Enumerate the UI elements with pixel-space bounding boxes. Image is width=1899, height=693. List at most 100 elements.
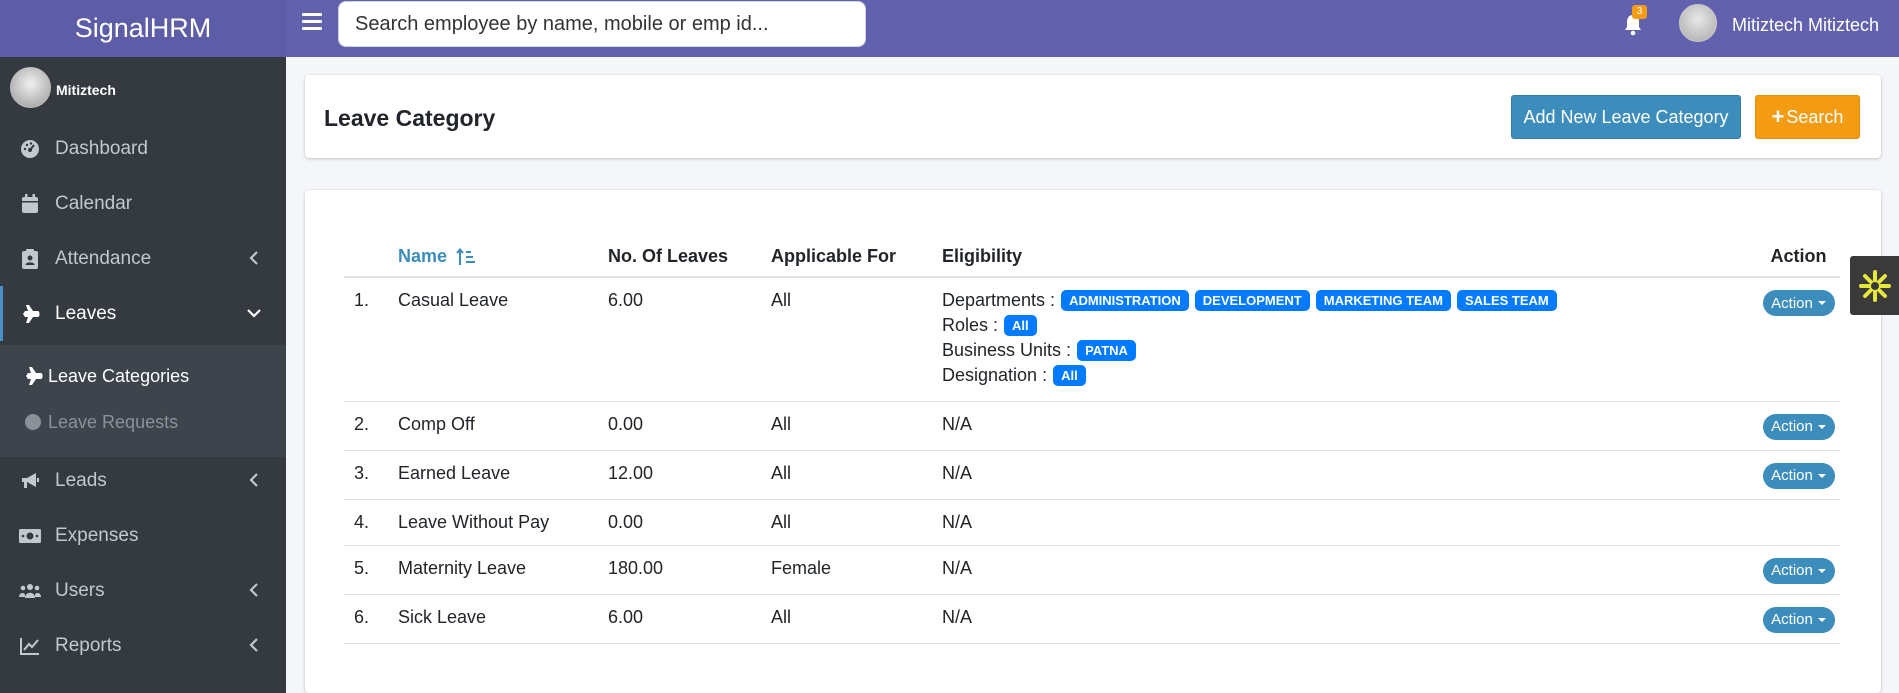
department-badge: ADMINISTRATION [1061, 290, 1189, 311]
eligibility-designation: Designation : All [942, 363, 1757, 388]
row-name: Comp Off [398, 401, 608, 451]
employee-search-input[interactable] [338, 1, 866, 47]
row-leaves: 0.00 [608, 499, 771, 546]
row-action-cell: Action [1757, 545, 1840, 595]
eligibility-roles: Roles : All [942, 313, 1757, 338]
circle-icon [22, 411, 44, 433]
table-header-row: Name No. Of Leaves Applicable For Eligib… [344, 237, 1840, 278]
row-leaves: 6.00 [608, 594, 771, 644]
row-eligibility: N/A [942, 594, 1757, 644]
row-name: Maternity Leave [398, 545, 608, 595]
sidebar: Mitiztech Dashboard Calendar Attendance … [0, 57, 286, 693]
user-menu-name[interactable]: Mitiztech Mitiztech [1732, 15, 1879, 36]
caret-down-icon [1817, 473, 1826, 478]
line-chart-icon [19, 635, 41, 657]
sidebar-item-label: Users [55, 579, 105, 601]
calendar-icon [19, 193, 41, 215]
sidebar-item-label: Dashboard [55, 137, 148, 159]
page-header-card: Leave Category Add New Leave Category + … [305, 75, 1881, 158]
row-index: 6. [344, 594, 398, 644]
row-leaves: 180.00 [608, 545, 771, 595]
row-leaves: 0.00 [608, 401, 771, 451]
page-title: Leave Category [324, 105, 496, 131]
column-header-applicable: Applicable For [771, 237, 942, 278]
designation-badge: All [1053, 365, 1086, 386]
sidebar-item-calendar[interactable]: Calendar [0, 176, 286, 231]
department-badge: SALES TEAM [1456, 290, 1557, 311]
sidebar-item-label: Leads [55, 469, 107, 491]
row-index: 2. [344, 401, 398, 451]
column-header-action: Action [1757, 237, 1840, 278]
row-action-cell: Action [1757, 450, 1840, 500]
sidebar-subitem-label: Leave Categories [48, 365, 190, 386]
chevron-down-icon [247, 309, 261, 318]
table-row: 6. Sick Leave 6.00 All N/A Action [344, 594, 1840, 644]
row-eligibility: Departments : ADMINISTRATION DEVELOPMENT… [942, 277, 1757, 402]
row-applicable: All [771, 594, 942, 644]
money-bill-icon [19, 525, 41, 547]
row-applicable: All [771, 450, 942, 500]
plane-icon [19, 303, 41, 325]
chevron-left-icon [249, 638, 258, 652]
row-action-cell: Action [1757, 277, 1840, 402]
sidebar-item-users[interactable]: Users [0, 563, 286, 618]
row-action-cell: Action [1757, 401, 1840, 451]
row-eligibility: N/A [942, 450, 1757, 500]
sidebar-item-label: Leaves [55, 302, 117, 324]
sidebar-item-leave-categories[interactable]: Leave Categories [0, 356, 286, 396]
sidebar-item-attendance[interactable]: Attendance [0, 231, 286, 286]
row-index: 4. [344, 499, 398, 546]
row-applicable: All [771, 401, 942, 451]
caret-down-icon [1817, 617, 1826, 622]
leaves-submenu: Leave Categories Leave Requests [0, 345, 286, 457]
asterisk-icon [1858, 269, 1891, 302]
row-name: Casual Leave [398, 277, 608, 402]
action-dropdown-button[interactable]: Action [1762, 290, 1835, 316]
sidebar-item-expenses[interactable]: Expenses [0, 508, 286, 563]
column-header-leaves: No. Of Leaves [608, 237, 771, 278]
floating-settings-tab[interactable] [1850, 256, 1899, 315]
row-eligibility: N/A [942, 499, 1757, 546]
action-dropdown-button[interactable]: Action [1762, 462, 1835, 489]
action-dropdown-button[interactable]: Action [1762, 606, 1835, 633]
row-index: 3. [344, 450, 398, 500]
row-eligibility: N/A [942, 545, 1757, 595]
sidebar-username: Mitiztech [56, 82, 116, 98]
column-header-eligibility: Eligibility [942, 237, 1757, 278]
sidebar-item-leaves[interactable]: Leaves [0, 286, 286, 341]
top-navbar: SignalHRM 3 Mitiztech Mitiztech [0, 0, 1899, 57]
column-header-index [344, 237, 398, 278]
sidebar-item-label: Attendance [55, 247, 152, 269]
sidebar-subitem-label: Leave Requests [48, 411, 179, 432]
sidebar-item-leave-requests[interactable]: Leave Requests [0, 402, 286, 442]
megaphone-icon [19, 470, 41, 492]
sidebar-user-panel[interactable]: Mitiztech [10, 67, 286, 117]
search-button[interactable]: + Search [1755, 95, 1860, 139]
leave-category-table: Name No. Of Leaves Applicable For Eligib… [344, 237, 1840, 644]
search-button-label: Search [1786, 106, 1844, 127]
caret-down-icon [1817, 568, 1826, 573]
user-avatar[interactable] [1679, 4, 1717, 42]
sidebar-item-leads[interactable]: Leads [0, 453, 286, 508]
eligibility-business-units: Business Units : PATNA [942, 338, 1757, 363]
role-badge: All [1004, 315, 1037, 336]
action-dropdown-button[interactable]: Action [1762, 557, 1835, 584]
leave-category-table-card: Name No. Of Leaves Applicable For Eligib… [305, 190, 1881, 693]
add-leave-category-button[interactable]: Add New Leave Category [1511, 95, 1741, 139]
column-header-name[interactable]: Name [398, 237, 608, 278]
sidebar-item-dashboard[interactable]: Dashboard [0, 121, 286, 176]
users-icon [19, 580, 41, 602]
sidebar-item-reports[interactable]: Reports [0, 618, 286, 673]
dashboard-icon [19, 138, 41, 160]
eligibility-departments: Departments : ADMINISTRATION DEVELOPMENT… [942, 288, 1757, 313]
action-dropdown-button[interactable]: Action [1762, 413, 1835, 440]
caret-down-icon [1817, 424, 1826, 429]
row-action-cell [1757, 499, 1840, 546]
row-leaves: 12.00 [608, 450, 771, 500]
row-eligibility: N/A [942, 401, 1757, 451]
menu-toggle-icon[interactable] [302, 13, 322, 33]
sidebar-item-label: Calendar [55, 192, 133, 214]
brand-logo[interactable]: SignalHRM [0, 0, 286, 57]
table-row: 4. Leave Without Pay 0.00 All N/A [344, 499, 1840, 546]
notification-count-badge: 3 [1632, 5, 1647, 19]
